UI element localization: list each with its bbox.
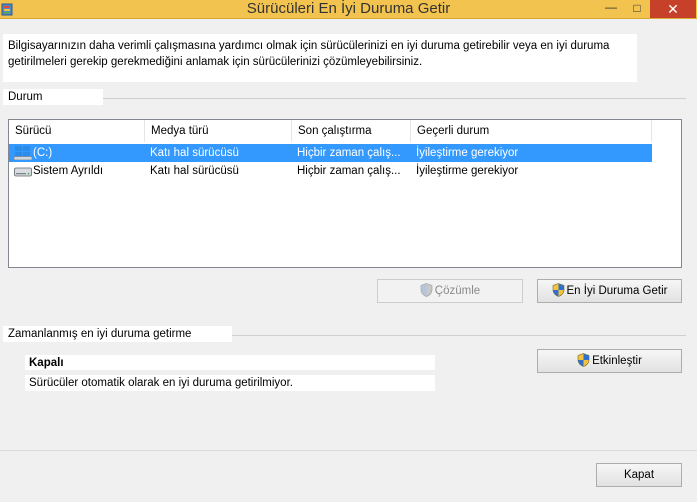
scheduled-section-label: Zamanlanmış en iyi duruma getirme xyxy=(3,326,232,342)
optimize-button-label: En İyi Duruma Getir xyxy=(566,285,668,297)
footer-bar xyxy=(0,451,697,502)
maximize-button[interactable]: □ xyxy=(624,0,650,18)
column-header-drive[interactable]: Sürücü xyxy=(9,120,145,142)
uac-shield-icon xyxy=(577,353,590,367)
drive-name: (C:) xyxy=(33,147,53,159)
status-section-label: Durum xyxy=(3,89,103,105)
drive-row-c[interactable]: (C:) Katı hal sürücüsü Hiçbir zaman çalı… xyxy=(9,144,652,162)
drive-status: İyileştirme gerekiyor xyxy=(416,165,519,177)
drive-list-header: Sürücü Medya türü Son çalıştırma Geçerli… xyxy=(9,120,681,142)
intro-text: Bilgisayarınızın daha verimli çalışmasın… xyxy=(3,34,637,82)
enable-schedule-button-label: Etkinleştir xyxy=(592,355,642,367)
uac-shield-icon xyxy=(552,283,564,297)
drive-row-system-reserved[interactable]: Sistem Ayrıldı Katı hal sürücüsü Hiçbir … xyxy=(9,162,652,180)
drive-last-run: Hiçbir zaman çalış... xyxy=(297,147,401,159)
column-header-last-run[interactable]: Son çalıştırma xyxy=(292,120,411,142)
analyze-button[interactable]: Çözümle xyxy=(377,279,523,303)
drive-name: Sistem Ayrıldı xyxy=(33,165,104,177)
window-title: Sürücüleri En İyi Duruma Getir xyxy=(246,0,451,17)
schedule-state: Kapalı xyxy=(25,355,435,370)
hard-drive-icon xyxy=(14,167,32,177)
analyze-button-label: Çözümle xyxy=(434,285,481,297)
column-header-current-status[interactable]: Geçerli durum xyxy=(411,120,652,142)
drive-status: İyileştirme gerekiyor xyxy=(416,147,519,159)
optimize-drives-window: Sürücüleri En İyi Duruma Getir — □ ✕ Bil… xyxy=(0,0,697,502)
status-section-divider xyxy=(103,98,686,99)
drive-media-type: Katı hal sürücüsü xyxy=(150,165,239,177)
uac-shield-icon xyxy=(420,283,433,297)
enable-schedule-button[interactable]: Etkinleştir xyxy=(537,349,682,373)
optimize-button[interactable]: En İyi Duruma Getir xyxy=(537,279,682,303)
minimize-button[interactable]: — xyxy=(598,0,624,18)
drive-media-type: Katı hal sürücüsü xyxy=(150,147,239,159)
scheduled-section-divider xyxy=(232,335,686,336)
windows-drive-icon xyxy=(14,146,32,160)
title-bar[interactable]: Sürücüleri En İyi Duruma Getir — □ ✕ xyxy=(0,0,697,19)
schedule-description: Sürücüler otomatik olarak en iyi duruma … xyxy=(25,375,435,391)
column-header-media-type[interactable]: Medya türü xyxy=(145,120,292,142)
close-window-button[interactable]: ✕ xyxy=(650,0,696,18)
drive-list[interactable]: Sürücü Medya türü Son çalıştırma Geçerli… xyxy=(8,119,682,268)
close-button[interactable]: Kapat xyxy=(596,463,682,487)
drive-last-run: Hiçbir zaman çalış... xyxy=(297,165,401,177)
